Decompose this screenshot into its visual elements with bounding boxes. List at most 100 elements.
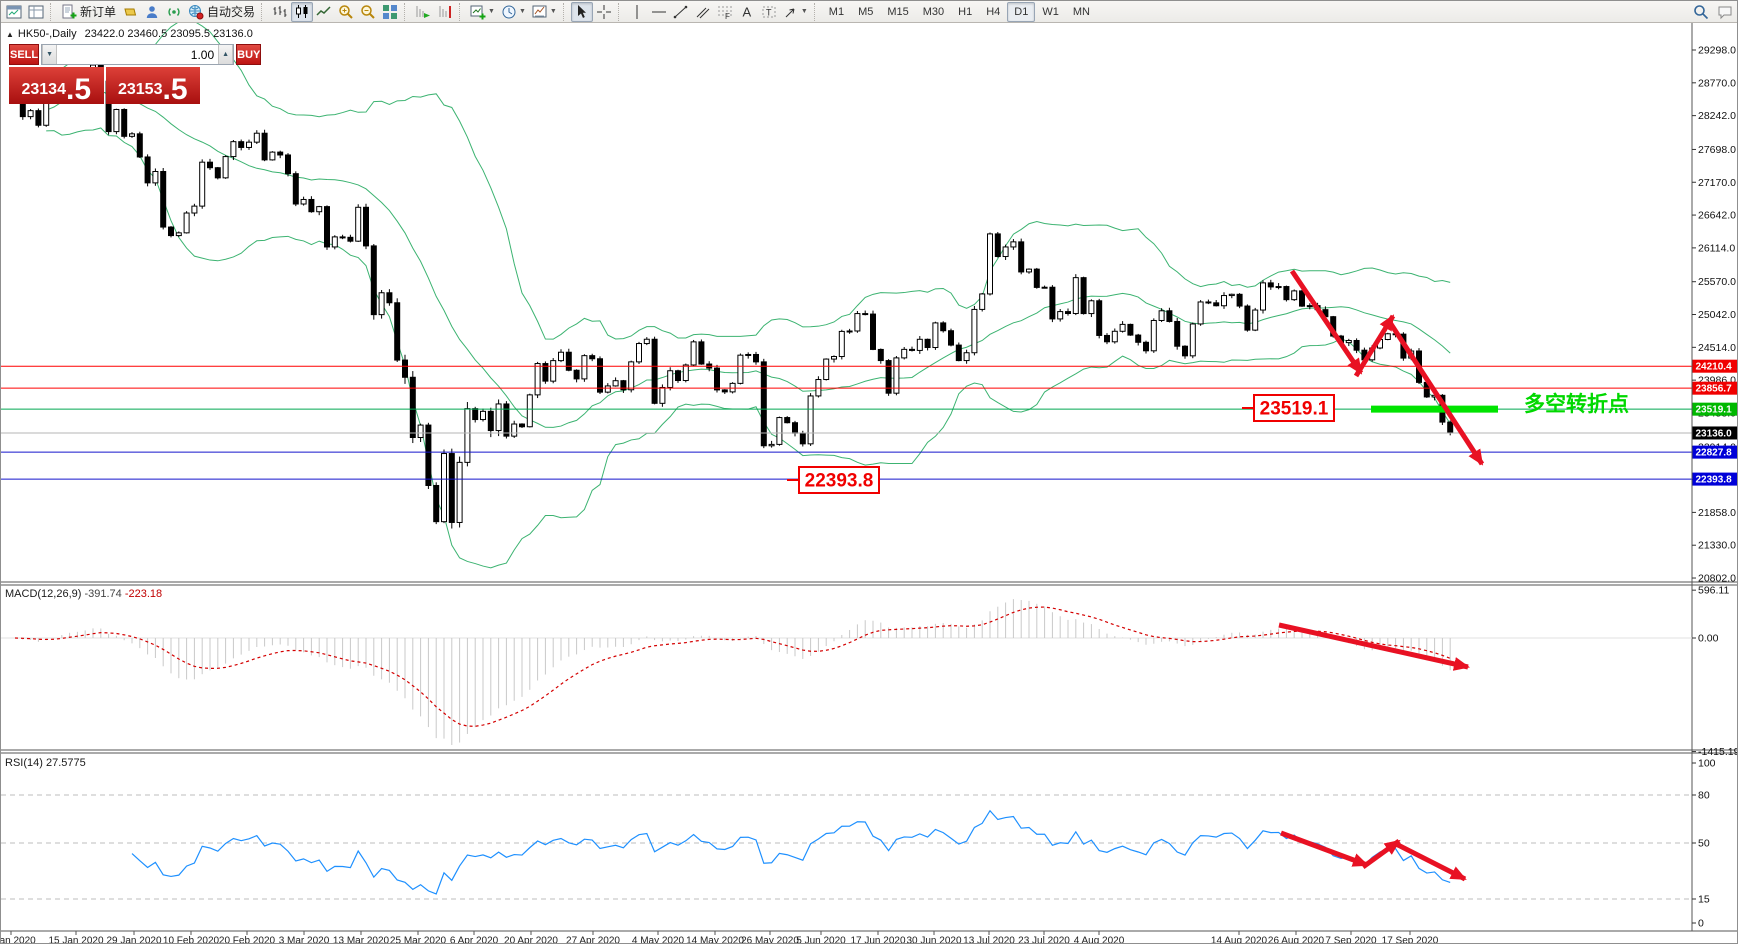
timeframe-w1-button[interactable]: W1 <box>1035 2 1066 22</box>
rsi-trend-arrow[interactable] <box>1361 838 1401 870</box>
signal-button[interactable] <box>163 2 185 22</box>
signal-icon <box>166 4 182 20</box>
trendline-button[interactable] <box>670 2 692 22</box>
dropdown-caret-icon[interactable]: ▼ <box>550 8 557 15</box>
collapse-arrow-icon[interactable]: ▲ <box>6 30 14 39</box>
date-axis: 3 Jan 2020 15 Jan 202029 Jan 202010 Feb 2… <box>1 931 1439 944</box>
bollinger-upper <box>45 23 1451 340</box>
svg-text:7 Sep 2020: 7 Sep 2020 <box>1325 936 1377 944</box>
crosshair-button[interactable] <box>593 2 615 22</box>
timeframe-m30-button[interactable]: M30 <box>916 2 951 22</box>
svg-text:50: 50 <box>1698 838 1710 850</box>
svg-text:20 Apr 2020: 20 Apr 2020 <box>504 936 558 944</box>
dropdown-caret-icon[interactable]: ▼ <box>488 8 495 15</box>
trend-arrow[interactable] <box>1386 319 1485 466</box>
chat-icon[interactable] <box>1717 4 1733 20</box>
user-terminal-button[interactable] <box>141 2 163 22</box>
buy-price-pips: .5 <box>162 72 188 106</box>
buy-price[interactable]: 23153 .5 <box>105 67 200 106</box>
svg-text:22827.8: 22827.8 <box>1696 448 1733 459</box>
svg-text:0.00: 0.00 <box>1698 633 1719 645</box>
fibonacci-button[interactable]: F <box>714 2 736 22</box>
chart-shift-button[interactable] <box>434 2 456 22</box>
candles <box>12 62 1454 529</box>
chart-template-button[interactable]: ▼ <box>529 2 560 22</box>
svg-text:4 Aug 2020: 4 Aug 2020 <box>1074 936 1125 944</box>
trend-arrow[interactable] <box>1289 269 1364 375</box>
period-clock-icon <box>501 4 517 20</box>
timeframe-m1-button[interactable]: M1 <box>822 2 851 22</box>
svg-text:596.11: 596.11 <box>1698 585 1729 597</box>
user-terminal-icon <box>144 4 160 20</box>
toolbar-right-icons <box>1693 1 1733 23</box>
svg-text:21858.0: 21858.0 <box>1698 507 1736 519</box>
svg-text:14 May 2020: 14 May 2020 <box>686 936 744 944</box>
chinese-note-label[interactable]: 多空转折点 <box>1524 392 1629 416</box>
svg-text:29 Jan 2020: 29 Jan 2020 <box>106 936 161 944</box>
buy-button[interactable]: BUY <box>236 44 262 65</box>
svg-text:5 Jun 2020: 5 Jun 2020 <box>796 936 846 944</box>
vertical-line-button[interactable] <box>626 2 648 22</box>
cursor-button[interactable] <box>570 1 593 22</box>
candlestick-type-icon <box>294 4 310 20</box>
auto-scroll-button[interactable] <box>412 2 434 22</box>
dropdown-caret-icon[interactable]: ▼ <box>801 8 808 15</box>
data-window-button[interactable] <box>25 2 47 22</box>
line-chart-type-button[interactable] <box>313 2 335 22</box>
svg-text:22393.8: 22393.8 <box>1696 475 1733 486</box>
volume-decrease-button[interactable]: ▼ <box>42 45 58 64</box>
volume-input[interactable] <box>57 45 219 64</box>
toolbar-separator <box>813 2 819 21</box>
volume-increase-button[interactable]: ▲ <box>218 45 234 64</box>
macd-trend-arrow[interactable] <box>1278 622 1470 671</box>
tile-windows-button[interactable] <box>379 2 401 22</box>
mt4-window: 新订单 自动交易 ▼ ▼ ▼ F A T ▼ M1 M5 M15 M30 H1 H4 D1 W1 MN 29298… <box>0 0 1738 944</box>
timeframe-mn-button[interactable]: MN <box>1066 2 1097 22</box>
bar-chart-type-button[interactable] <box>269 2 291 22</box>
zoom-in-button[interactable] <box>335 2 357 22</box>
line-chart-type-icon <box>316 4 332 20</box>
text-label-button[interactable]: T <box>758 2 780 22</box>
svg-text:27170.0: 27170.0 <box>1698 177 1736 189</box>
text-button[interactable]: A <box>736 2 758 22</box>
rsi-trend-arrow[interactable] <box>1394 841 1467 882</box>
vertical-line-icon <box>629 4 645 20</box>
new-order-icon <box>61 4 77 20</box>
new-order-button[interactable]: 新订单 <box>58 2 119 22</box>
search-icon[interactable] <box>1693 4 1709 20</box>
sell-price[interactable]: 23134 .5 <box>9 67 104 104</box>
timeframe-h4-button[interactable]: H4 <box>979 2 1007 22</box>
chart-header: ▲ HK50-,Daily 23422.0 23460.5 23095.5 2313… <box>6 28 253 40</box>
trend-arrow[interactable] <box>1353 314 1396 378</box>
timeframe-h1-button[interactable]: H1 <box>951 2 979 22</box>
svg-text:28770.0: 28770.0 <box>1698 77 1736 89</box>
candlestick-type-button[interactable] <box>291 1 314 22</box>
svg-text:T: T <box>766 7 772 17</box>
fibonacci-icon: F <box>717 4 733 20</box>
dropdown-caret-icon[interactable]: ▼ <box>519 8 526 15</box>
gold-chip-button[interactable] <box>119 2 141 22</box>
svg-text:20802.0: 20802.0 <box>1698 573 1736 585</box>
sell-button[interactable]: SELL <box>9 44 40 65</box>
svg-text:17 Jun 2020: 17 Jun 2020 <box>850 936 905 944</box>
macd-name: MACD(12,26,9) <box>5 588 82 600</box>
rsi-trend-arrow[interactable] <box>1280 830 1369 868</box>
autotrading-button[interactable]: 自动交易 <box>185 2 258 22</box>
sell-price-pips: .5 <box>65 72 92 106</box>
timeframe-m15-button[interactable]: M15 <box>880 2 915 22</box>
horizontal-line-button[interactable] <box>648 2 670 22</box>
macd-signal-line <box>14 606 1451 727</box>
text-label-icon: T <box>761 4 777 20</box>
new-chart-button[interactable]: ▼ <box>467 2 498 22</box>
chart-surface[interactable]: 29298.0 28770.0 28242.0 27698.0 27170.0 26642… <box>1 23 1738 944</box>
zoom-out-button[interactable] <box>357 2 379 22</box>
timeframe-m5-button[interactable]: M5 <box>851 2 880 22</box>
period-clock-button[interactable]: ▼ <box>498 2 529 22</box>
chart-window-button[interactable] <box>3 2 25 22</box>
timeframe-d1-button[interactable]: D1 <box>1007 1 1036 22</box>
arrows-button[interactable]: ▼ <box>780 2 811 22</box>
equidistant-channel-icon <box>695 4 711 20</box>
svg-text:14 Aug 2020: 14 Aug 2020 <box>1211 936 1268 944</box>
equidistant-channel-button[interactable] <box>692 2 714 22</box>
svg-text:26114.0: 26114.0 <box>1698 242 1735 254</box>
